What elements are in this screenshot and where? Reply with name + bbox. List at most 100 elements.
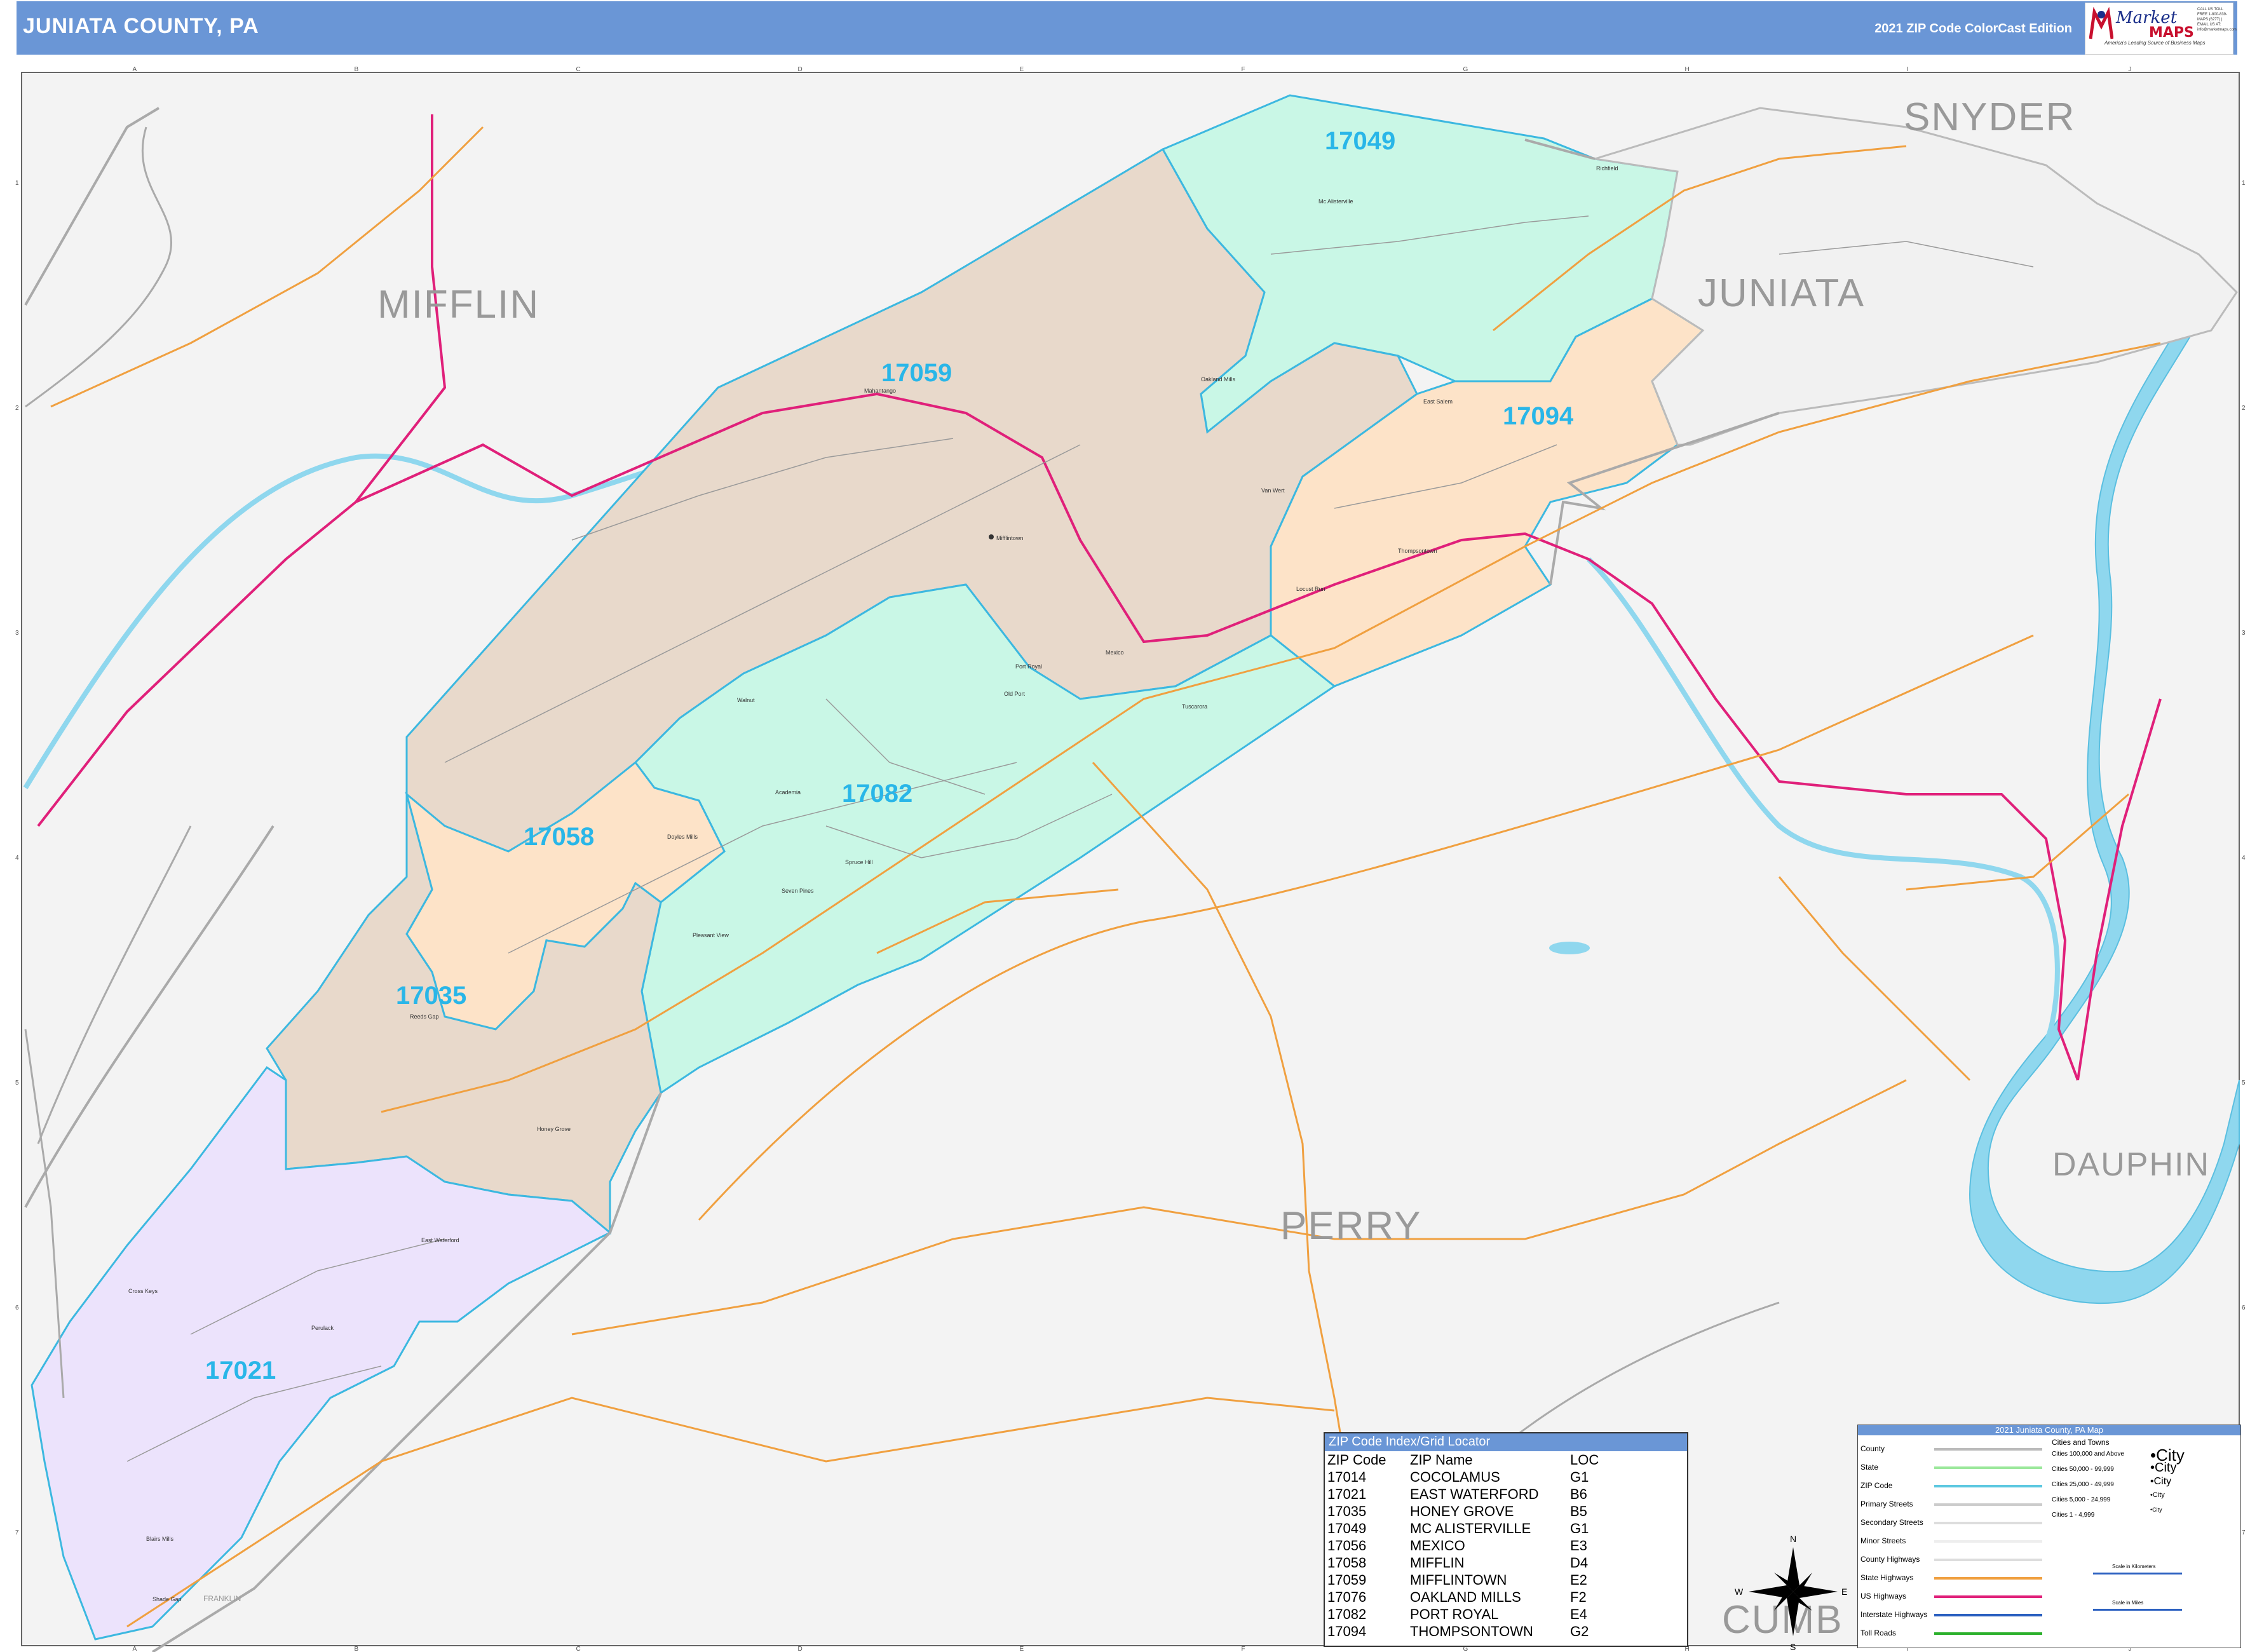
legend-item-label: Primary Streets: [1860, 1500, 1913, 1508]
zip-index-loc: B6: [1570, 1486, 1587, 1502]
legend-scale-km: Scale in Kilometers: [2112, 1564, 2156, 1569]
legend-item-swatch: [1934, 1522, 2042, 1524]
zip-label-17049: 17049: [1325, 127, 1395, 155]
grid-row-label: 3: [15, 630, 19, 637]
zip-index-loc: D4: [1570, 1555, 1589, 1571]
legend-city-label: Cities 1 - 4,999: [2052, 1512, 2095, 1519]
zip-index-body: 17014 COCOLAMUS G1 17021 EAST WATERFORD B6 170…: [1325, 1468, 1687, 1640]
grid-row-label: 5: [2242, 1080, 2246, 1087]
town-mahantango: Mahantango: [864, 388, 896, 394]
zip-index-zip: 17049: [1327, 1520, 1367, 1536]
town-east-waterford: East Waterford: [421, 1237, 459, 1243]
legend-scale-mi: Scale in Miles: [2112, 1600, 2144, 1606]
grid-row-label: 7: [2242, 1529, 2246, 1536]
grid-col-label: B: [355, 1646, 359, 1652]
town-tuscarora: Tuscarora: [1182, 703, 1207, 710]
legend-item-label: Secondary Streets: [1860, 1518, 1923, 1527]
compass-w: W: [1735, 1587, 1744, 1597]
town-seven-pines: Seven Pines: [782, 888, 814, 894]
grid-col-label: H: [1685, 66, 1690, 73]
compass-s: S: [1790, 1642, 1796, 1652]
zip-index-row: 17082 PORT ROYAL E4: [1325, 1606, 1687, 1623]
legend-item-swatch: [1934, 1466, 2042, 1469]
town-shade-gap: Shade Gap: [152, 1596, 182, 1602]
legend-item-swatch: [1934, 1485, 2042, 1487]
legend-item-label: Interstate Highways: [1860, 1610, 1928, 1619]
grid-col-label: J: [2129, 66, 2132, 73]
legend-item-swatch: [1934, 1540, 2042, 1543]
legend-item-label: County: [1860, 1444, 1885, 1453]
zip-label-17094: 17094: [1503, 402, 1574, 430]
zip-index-loc: E2: [1570, 1572, 1587, 1588]
town-oakland-mills: Oakland Mills: [1201, 376, 1236, 383]
zip-index-col-name: ZIP Name: [1410, 1452, 1473, 1468]
zip-index-zip: 17035: [1327, 1503, 1367, 1519]
grid-col-label: E: [1020, 66, 1024, 73]
legend-item-swatch: [1934, 1632, 2042, 1635]
lake: [1549, 942, 1590, 954]
legend-city-sample: •City: [2150, 1491, 2165, 1499]
grid-col-label: C: [576, 66, 581, 73]
grid-col-label: C: [576, 1646, 581, 1652]
zip-index-name: MIFFLINTOWN: [1410, 1572, 1507, 1588]
town-locust-run: Locust Run: [1296, 586, 1325, 592]
zip-index-table: ZIP Code Index/Grid Locator ZIP Code ZIP…: [1324, 1432, 1688, 1647]
grid-row-label: 2: [15, 405, 19, 412]
county-label-mifflin: MIFFLIN: [377, 283, 539, 327]
county-label-cumb: CUMB: [1722, 1598, 1843, 1642]
zip-label-17058: 17058: [524, 823, 594, 851]
grid-row-label: 6: [15, 1304, 19, 1311]
town-mexico: Mexico: [1106, 649, 1124, 656]
zip-index-zip: 17094: [1327, 1623, 1367, 1639]
grid-row-label: 3: [2242, 630, 2246, 637]
compass-e: E: [1841, 1587, 1847, 1597]
zip-index-zip: 17082: [1327, 1606, 1367, 1622]
town-doyles-mills: Doyles Mills: [667, 834, 698, 840]
grid-row-label: 6: [2242, 1304, 2246, 1311]
legend-scale-km-bar: [2093, 1573, 2182, 1574]
zip-index-zip: 17056: [1327, 1538, 1367, 1554]
town-thompsontown: Thompsontown: [1398, 548, 1437, 554]
legend-city-label: Cities 5,000 - 24,999: [2052, 1496, 2111, 1503]
zip-index-col-loc: LOC: [1570, 1452, 1599, 1468]
zip-index-row: 17058 MIFFLIN D4: [1325, 1554, 1687, 1571]
town-perulack: Perulack: [311, 1325, 334, 1331]
zip-index-name: MIFFLIN: [1410, 1555, 1465, 1571]
town-honey-grove: Honey Grove: [537, 1126, 571, 1132]
grid-row-label: 7: [15, 1529, 19, 1536]
zip-index-name: EAST WATERFORD: [1410, 1486, 1539, 1502]
zip-index-row: 17014 COCOLAMUS G1: [1325, 1468, 1687, 1486]
zip-index-row: 17059 MIFFLINTOWN E2: [1325, 1571, 1687, 1588]
zip-index-name: MEXICO: [1410, 1538, 1465, 1554]
county-label-dauphin: DAUPHIN: [2052, 1146, 2210, 1183]
zip-index-row: 17021 EAST WATERFORD B6: [1325, 1486, 1687, 1503]
legend-city-label: Cities 50,000 - 99,999: [2052, 1466, 2114, 1473]
legend-item-swatch: [1934, 1595, 2042, 1598]
grid-col-label: F: [1242, 1646, 1245, 1652]
legend-item-label: State Highways: [1860, 1573, 1914, 1582]
town-mcalisterville: Mc Alisterville: [1318, 198, 1353, 205]
legend-city-sample: •City: [2150, 1506, 2162, 1513]
zip-index-col-zip: ZIP Code: [1327, 1452, 1386, 1468]
grid-col-label: B: [355, 66, 359, 73]
grid-row-label: 2: [2242, 405, 2246, 412]
legend-item-label: Minor Streets: [1860, 1536, 1906, 1545]
zip-index-name: COCOLAMUS: [1410, 1469, 1500, 1485]
town-walnut: Walnut: [737, 697, 755, 703]
zip-index-title: ZIP Code Index/Grid Locator: [1325, 1433, 1687, 1451]
legend-cities-title: Cities and Towns: [2052, 1438, 2110, 1447]
zip-index-loc: G1: [1570, 1520, 1589, 1536]
grid-row-label: 4: [15, 855, 19, 862]
zip-index-loc: E4: [1570, 1606, 1587, 1622]
legend-item-label: US Highways: [1860, 1592, 1907, 1601]
town-east-salem: East Salem: [1423, 398, 1453, 405]
town-old-port: Old Port: [1004, 691, 1026, 697]
legend-item-label: ZIP Code: [1860, 1481, 1893, 1490]
grid-row-label: 4: [2242, 855, 2246, 862]
town-van-wert: Van Wert: [1261, 487, 1285, 494]
zip-index-name: PORT ROYAL: [1410, 1606, 1499, 1622]
legend-city-sample: •City: [2150, 1461, 2177, 1475]
zip-index-zip: 17058: [1327, 1555, 1367, 1571]
town-port-royal: Port Royal: [1015, 663, 1042, 670]
grid-col-label: D: [798, 1646, 803, 1652]
